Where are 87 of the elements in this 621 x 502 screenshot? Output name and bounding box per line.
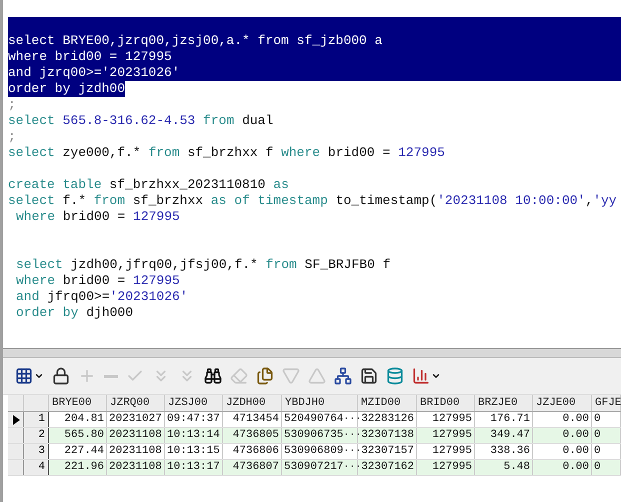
table-cell: 0: [592, 428, 621, 443]
table-cell: 32307157: [358, 444, 417, 459]
table-cell: 176.71: [475, 412, 533, 427]
column-header[interactable]: JZDH00: [223, 395, 282, 411]
column-header[interactable]: JZJE00: [533, 395, 592, 411]
table-cell: 4736807: [223, 460, 282, 475]
column-header[interactable]: JZRQ00: [107, 395, 165, 411]
triangle-up-icon: [308, 367, 326, 385]
table-cell: 32307162: [358, 460, 417, 475]
table-cell: 530906809: [284, 444, 344, 459]
code-line[interactable]: where brid00 = 127995: [16, 209, 621, 225]
table-cell: 530907217: [284, 460, 344, 475]
eraser-icon: [230, 367, 248, 385]
table-cell: 5.48: [475, 460, 533, 475]
table-cell: 221.96: [49, 460, 107, 475]
table-cell: 32307138: [358, 428, 417, 443]
row-number[interactable]: 3: [24, 444, 49, 459]
code-line[interactable]: select 565.8-316.62-4.53 from dual: [8, 113, 621, 129]
table-cell: 4713454: [223, 412, 282, 427]
splitter[interactable]: [3, 348, 621, 358]
table-cell: 0: [592, 460, 621, 475]
hierarchy-icon: [334, 367, 352, 385]
table-cell: 4736805: [223, 428, 282, 443]
minus-icon: [104, 374, 118, 378]
code-line[interactable]: where brid00 = 127995: [16, 273, 621, 289]
table-cell: 520490764: [284, 412, 344, 427]
row-number[interactable]: 4: [24, 460, 49, 475]
row-number[interactable]: 1: [24, 412, 49, 427]
code-line[interactable]: order by djh000: [16, 305, 621, 321]
code-line[interactable]: ;: [8, 129, 621, 145]
table-cell: 349.47: [475, 428, 533, 443]
code-line[interactable]: create table sf_brzhxx_2023110810 as: [8, 177, 621, 193]
table-cell: 20231108: [107, 460, 165, 475]
table-cell: 565.80: [49, 428, 107, 443]
column-header[interactable]: JZSJ00: [165, 395, 223, 411]
table-cell: 20231108: [107, 444, 165, 459]
table-cell: 32283126: [358, 412, 417, 427]
save-icon: [360, 367, 378, 385]
table-cell: 0.00: [533, 412, 592, 427]
caret-icon: [34, 371, 44, 381]
table-row[interactable]: 4 221.96 20231108 10:13:17 4736807 530907217···32307162 127995 5.48 0.00 0: [8, 460, 621, 476]
table-cell: 0.00: [533, 460, 592, 475]
column-header[interactable]: BRYE00: [49, 395, 107, 411]
table-cell: 10:13:14: [165, 428, 223, 443]
table-cell: 0: [592, 412, 621, 427]
table-cell: 4736806: [223, 444, 282, 459]
table-cell: 20231108: [107, 428, 165, 443]
row-number[interactable]: 2: [24, 428, 49, 443]
bar-chart-icon: [412, 367, 430, 385]
code-line[interactable]: ;: [8, 97, 621, 113]
table-cell: 127995: [417, 460, 475, 475]
table-row[interactable]: 2 565.80 20231108 10:13:14 4736805 530906735···32307138 127995 349.47 0.00 0: [8, 428, 621, 444]
table-cell: 10:13:15: [165, 444, 223, 459]
code-line[interactable]: select f.* from sf_brzhxx as of timestamp to_timestamp('20231108 10:00:00','yy: [8, 193, 621, 209]
table-cell: 127995: [417, 412, 475, 427]
table-cell: 338.36: [475, 444, 533, 459]
lock-icon: [52, 367, 70, 385]
table-cell: 10:13:17: [165, 460, 223, 475]
plus-icon: [78, 367, 96, 385]
table-cell: 0.00: [533, 444, 592, 459]
table-cell: 227.44: [49, 444, 107, 459]
database-icon: [386, 367, 404, 385]
triangle-down-icon: [282, 367, 300, 385]
table-cell: 127995: [417, 444, 475, 459]
column-header[interactable]: BRZJE0: [475, 395, 533, 411]
table-cell: 0: [592, 444, 621, 459]
table-row[interactable]: 3 227.44 20231108 10:13:15 4736806 530906809···32307157 127995 338.36 0.00 0: [8, 444, 621, 460]
column-header[interactable]: MZID00: [358, 395, 417, 411]
column-header[interactable]: GFJE: [592, 395, 621, 411]
grid-icon: [15, 367, 33, 385]
code-line[interactable]: select zye000,f.* from sf_brzhxx f where brid00 = 127995: [8, 145, 621, 161]
selection-highlight[interactable]: [8, 17, 621, 33]
column-header[interactable]: BRID00: [417, 395, 475, 411]
code-line[interactable]: and jfrq00>='20231026': [16, 289, 621, 305]
table-cell: 530906735: [284, 428, 344, 443]
caret-icon: [431, 371, 441, 381]
documents-icon: [256, 367, 274, 385]
table-cell: 09:47:37: [165, 412, 223, 427]
table-cell: 204.81: [49, 412, 107, 427]
table-cell: 0.00: [533, 428, 592, 443]
table-cell: 127995: [417, 428, 475, 443]
table-row[interactable]: 1 204.81 20231027 09:47:37 4713454 520490764···32283126 127995 176.71 0.00 0: [8, 412, 621, 428]
column-header[interactable]: YBDJH0: [282, 395, 358, 411]
code-line[interactable]: select jzdh00,jfrq00,jfsj00,f.* from SF_BRJFB0 f: [16, 257, 621, 273]
current-row-icon: [12, 414, 20, 424]
table-cell: 20231027: [107, 412, 165, 427]
binoculars-icon: [204, 367, 222, 385]
